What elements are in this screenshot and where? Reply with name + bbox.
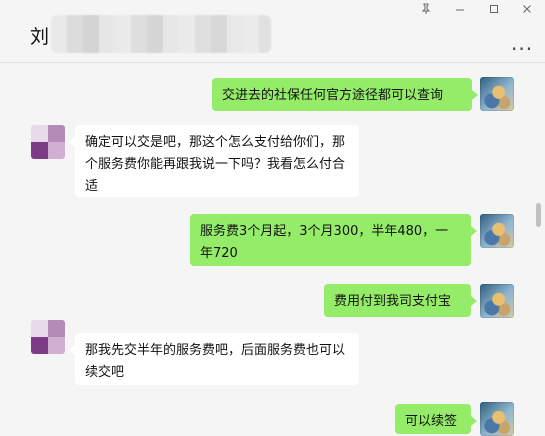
my-avatar[interactable]: [480, 214, 514, 248]
message-bubble-outgoing[interactable]: 费用付到我司支付宝: [324, 284, 477, 317]
chat-scrollbar[interactable]: [536, 203, 541, 227]
message-bubble-outgoing[interactable]: 服务费3个月起，3个月300，半年480，一年720: [190, 214, 477, 266]
contact-avatar[interactable]: [31, 125, 65, 159]
minimize-icon[interactable]: [454, 3, 466, 19]
blurred-contact-name: [51, 15, 271, 53]
pin-icon[interactable]: [420, 3, 432, 19]
message-bubble-outgoing[interactable]: 可以续签: [395, 404, 477, 434]
message-bubble-incoming[interactable]: 那我先交半年的服务费吧，后面服务费也可以续交吧: [69, 333, 359, 385]
maximize-icon[interactable]: [488, 3, 500, 19]
message-bubble-outgoing[interactable]: 交进去的社保任何官方途径都可以查询: [212, 78, 478, 111]
my-avatar[interactable]: [480, 284, 514, 318]
close-icon[interactable]: [521, 3, 533, 19]
chat-header: 刘 ...: [0, 0, 545, 63]
chat-title: 刘: [30, 26, 50, 48]
my-avatar[interactable]: [480, 77, 514, 111]
more-options-icon[interactable]: ...: [511, 31, 533, 55]
message-bubble-incoming[interactable]: 确定可以交是吧，那这个怎么支付给你们，那个服务费你能再跟我说一下吗？我看怎么付合…: [69, 125, 359, 197]
my-avatar[interactable]: [480, 402, 514, 436]
contact-avatar[interactable]: [31, 320, 65, 354]
